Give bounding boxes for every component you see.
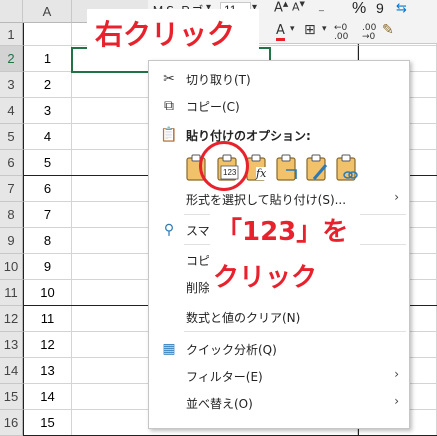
row-header[interactable]: 2 [0, 46, 23, 72]
annotation-click: クリック [213, 263, 318, 293]
menu-item-label: 切り取り(T) [186, 73, 251, 87]
select-all-corner[interactable] [0, 0, 23, 23]
row-header[interactable]: 7 [0, 176, 23, 202]
scissors-icon: ✂ [163, 71, 175, 87]
menu-item-label: 形式を選択して貼り付け(S)... [186, 193, 347, 207]
cell-a[interactable]: 9 [23, 254, 72, 280]
chevron-down-icon[interactable]: ▾ [290, 24, 295, 34]
row-header[interactable]: 16 [0, 410, 23, 436]
cell-a[interactable]: 11 [23, 306, 72, 332]
menu-item-label: 数式と値のクリア(N) [186, 311, 301, 325]
font-color-icon[interactable]: A [276, 23, 285, 41]
annotation-click-123: 「123」を [216, 217, 349, 247]
row-header[interactable]: 15 [0, 384, 23, 410]
row-header[interactable]: 9 [0, 228, 23, 254]
cell-a[interactable]: 5 [23, 150, 72, 176]
decrease-font-icon[interactable]: A▼ [292, 0, 305, 14]
row-header[interactable]: 3 [0, 72, 23, 98]
clipboard-icon: 📋 [160, 127, 178, 143]
cell-a[interactable]: 7 [23, 202, 72, 228]
row-header[interactable]: 8 [0, 202, 23, 228]
row-header[interactable]: 14 [0, 358, 23, 384]
cell-a[interactable]: 8 [23, 228, 72, 254]
chevron-right-icon: › [394, 394, 399, 408]
menu-item-cut[interactable]: ✂ 切り取り(T) [149, 67, 409, 91]
currency-icon[interactable]: ₋ [318, 2, 325, 17]
menu-item-label: 貼り付けのオプション: [186, 129, 311, 143]
row-header[interactable]: 5 [0, 124, 23, 150]
menu-item-label: コピー(C) [186, 100, 240, 114]
paste-link-button[interactable] [334, 153, 360, 183]
row-header[interactable]: 10 [0, 254, 23, 280]
menu-item-label: 削除 [186, 281, 211, 295]
annotation-box: 「123」を [210, 207, 360, 255]
cell-a[interactable]: 2 [23, 72, 72, 98]
cell-a[interactable]: 6 [23, 176, 72, 202]
chevron-down-icon[interactable]: ▾ [322, 24, 327, 34]
cell-a[interactable]: 3 [23, 98, 72, 124]
format-painter-icon[interactable]: ✎ [382, 22, 394, 38]
annotation-banner: 右クリック [87, 9, 259, 55]
paste-formatting-button[interactable] [304, 153, 330, 183]
copy-icon: ⧉ [164, 98, 174, 114]
quick-analysis-icon: ▦ [162, 341, 176, 357]
menu-item-label: フィルター(E) [186, 370, 263, 384]
decrease-decimal-icon[interactable]: .00 →0 [362, 24, 376, 42]
paste-options-heading: 📋 貼り付けのオプション: [149, 123, 409, 147]
paste-formulas-label: fx [256, 167, 267, 180]
cell-a[interactable] [23, 23, 72, 46]
cell-a[interactable]: 10 [23, 280, 72, 306]
row-header[interactable]: 12 [0, 306, 23, 332]
annotation-circle [199, 141, 249, 191]
menu-item-quick-analysis[interactable]: ▦ クイック分析(Q) [149, 337, 409, 361]
cell-a[interactable]: 12 [23, 332, 72, 358]
menu-item-copy[interactable]: ⧉ コピー(C) [149, 94, 409, 118]
cell-a[interactable]: 1 [23, 46, 72, 72]
wrap-text-icon[interactable]: ⇆ [396, 1, 407, 16]
cell-a[interactable]: 15 [23, 410, 72, 436]
chevron-right-icon: › [394, 367, 399, 381]
comma-style-icon[interactable]: 9 [376, 0, 384, 16]
borders-icon[interactable]: ⊞ [304, 22, 316, 38]
cell-a[interactable]: 4 [23, 124, 72, 150]
row-header[interactable]: 4 [0, 98, 23, 124]
menu-item-filter[interactable]: フィルター(E) › [149, 364, 409, 388]
menu-item-clear-contents[interactable]: 数式と値のクリア(N) [149, 305, 409, 329]
cell-a[interactable]: 14 [23, 384, 72, 410]
cell-a[interactable]: 13 [23, 358, 72, 384]
menu-item-sort[interactable]: 並べ替え(O) › [149, 391, 409, 415]
percent-icon[interactable]: % [352, 0, 366, 18]
menu-item-label: 並べ替え(O) [186, 397, 253, 411]
row-header[interactable]: 11 [0, 280, 23, 306]
chevron-right-icon: › [394, 190, 399, 204]
column-header-a[interactable]: A [23, 0, 72, 23]
menu-separator [184, 331, 406, 332]
row-header[interactable]: 6 [0, 150, 23, 176]
annotation-box: クリック [209, 254, 337, 300]
paste-transpose-button[interactable] [274, 153, 300, 183]
annotation-right-click: 右クリック [95, 18, 236, 51]
row-header[interactable]: 1 [0, 23, 23, 46]
increase-decimal-icon[interactable]: ←0.00 [334, 24, 348, 42]
increase-font-icon[interactable]: A▲ [274, 0, 288, 15]
smart-lookup-icon: ⚲ [163, 222, 175, 238]
row-header[interactable]: 13 [0, 332, 23, 358]
menu-item-label: クイック分析(Q) [186, 343, 277, 357]
